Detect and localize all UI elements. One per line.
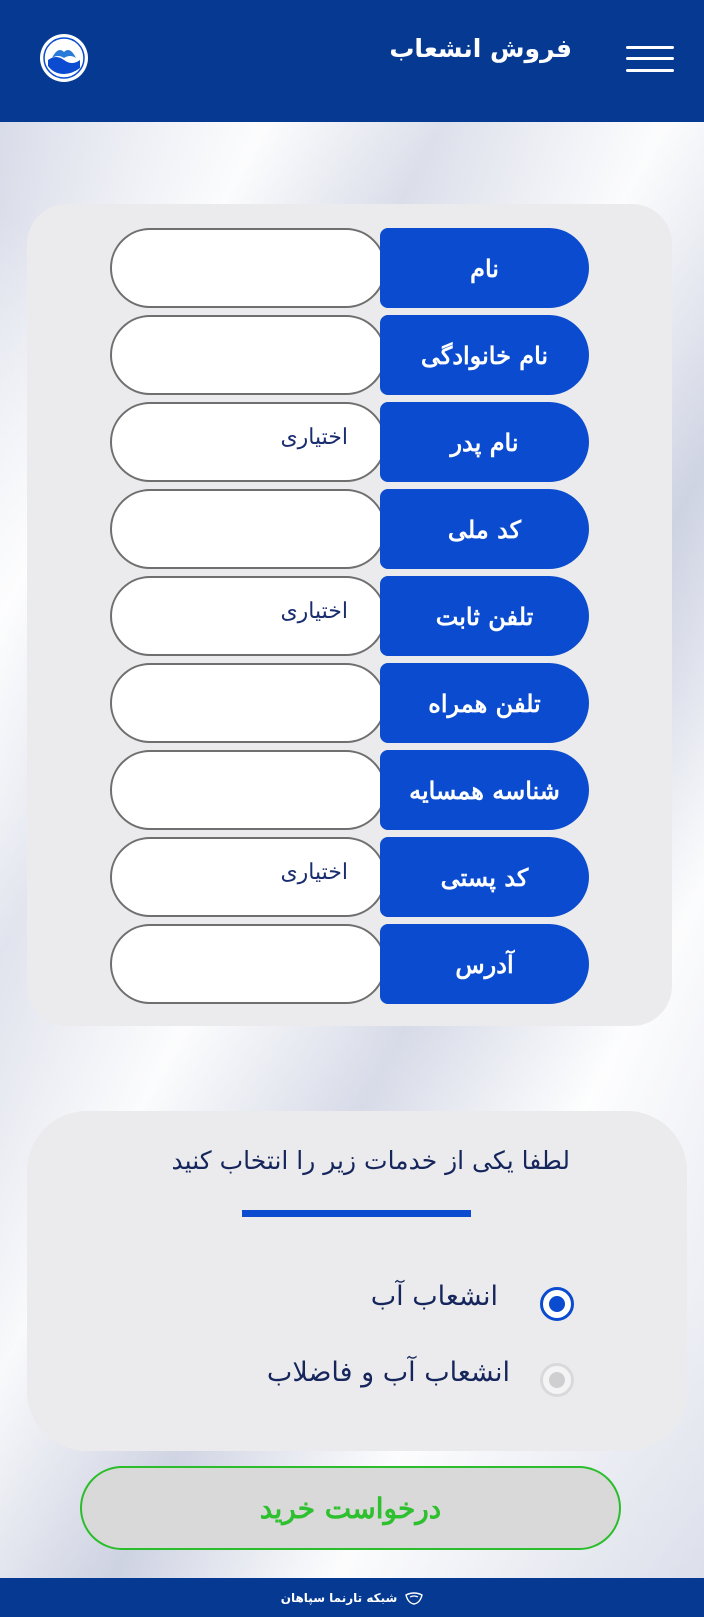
- purchase-request-button[interactable]: درخواست خرید: [80, 1466, 621, 1550]
- form-row: نام: [110, 228, 589, 308]
- form-field-label: آدرس: [380, 924, 589, 1004]
- hamburger-menu-icon[interactable]: [626, 44, 674, 76]
- form-row: کد پستی: [110, 837, 589, 917]
- form-row: نام خانوادگی: [110, 315, 589, 395]
- form-row: تلفن ثابت: [110, 576, 589, 656]
- form-row: کد ملی: [110, 489, 589, 569]
- water-branch-label[interactable]: انشعاب آب: [371, 1281, 498, 1312]
- form-row: آدرس: [110, 924, 589, 1004]
- form-field-label: کد پستی: [380, 837, 589, 917]
- water-company-logo: [40, 34, 88, 82]
- form-field-input[interactable]: [110, 924, 386, 1004]
- form-field-label: نام: [380, 228, 589, 308]
- form-field-input[interactable]: [110, 315, 386, 395]
- form-field-label: تلفن همراه: [380, 663, 589, 743]
- water-branch-radio[interactable]: [540, 1287, 574, 1321]
- water-sewage-branch-radio[interactable]: [540, 1363, 574, 1397]
- form-field-input[interactable]: [110, 576, 386, 656]
- footer-text: شبکه تارنما سپاهان: [280, 1590, 398, 1605]
- form-row: شناسه همسایه: [110, 750, 589, 830]
- form-field-label: شناسه همسایه: [380, 750, 589, 830]
- form-field-input[interactable]: [110, 750, 386, 830]
- form-field-input[interactable]: [110, 228, 386, 308]
- title-underline: [242, 1210, 471, 1217]
- form-field-input[interactable]: [110, 402, 386, 482]
- form-field-label: نام خانوادگی: [380, 315, 589, 395]
- footer: شبکه تارنما سپاهان: [0, 1578, 704, 1617]
- page-title: فروش انشعاب: [389, 34, 572, 63]
- form-row: تلفن همراه: [110, 663, 589, 743]
- services-title: لطفا یکی از خدمات زیر را انتخاب کنید: [171, 1146, 570, 1175]
- form-field-label: تلفن ثابت: [380, 576, 589, 656]
- form-field-label: نام پدر: [380, 402, 589, 482]
- company-logo-icon: [405, 1591, 424, 1605]
- form-field-input[interactable]: [110, 663, 386, 743]
- water-sewage-branch-label[interactable]: انشعاب آب و فاضلاب: [267, 1357, 510, 1388]
- form-field-label: کد ملی: [380, 489, 589, 569]
- form-field-input[interactable]: [110, 837, 386, 917]
- app-header: فروش انشعاب: [0, 0, 704, 122]
- form-field-input[interactable]: [110, 489, 386, 569]
- form-row: نام پدر: [110, 402, 589, 482]
